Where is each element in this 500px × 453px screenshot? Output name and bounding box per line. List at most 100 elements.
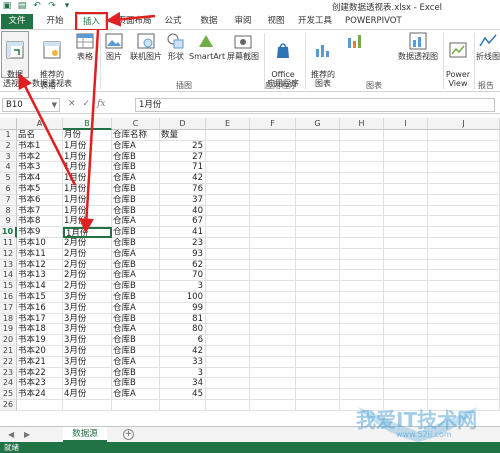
cell[interactable]	[250, 194, 296, 206]
header-cell-warehouse[interactable]: 仓库名称	[112, 130, 160, 141]
cell-name[interactable]: 书本2	[17, 151, 63, 163]
cell-warehouse[interactable]: 仓库A	[112, 356, 160, 368]
cell[interactable]	[250, 324, 296, 336]
cell-qty[interactable]: 42	[160, 346, 206, 357]
cell-name[interactable]: 书本21	[17, 356, 63, 368]
cell[interactable]	[428, 313, 500, 325]
cell-month[interactable]: 1月份	[63, 173, 112, 184]
column-header-f[interactable]: F	[250, 118, 296, 130]
cell-warehouse[interactable]: 仓库B	[112, 162, 160, 174]
cell[interactable]	[206, 227, 250, 238]
cell-name[interactable]: 书本10	[17, 238, 63, 249]
cell[interactable]	[206, 205, 250, 217]
cell[interactable]	[384, 378, 428, 390]
cell[interactable]	[384, 205, 428, 217]
cell-name[interactable]: 书本3	[17, 162, 63, 174]
cell[interactable]	[384, 184, 428, 195]
cell-qty[interactable]: 23	[160, 238, 206, 249]
cell-month[interactable]: 1月份	[63, 194, 112, 206]
cell[interactable]	[296, 346, 340, 357]
smartart-button[interactable]: SmartArt	[189, 32, 225, 61]
tab-review[interactable]: 审阅	[228, 14, 258, 29]
cell-warehouse[interactable]: 仓库B	[112, 378, 160, 390]
cell[interactable]	[428, 378, 500, 390]
cell[interactable]	[206, 292, 250, 303]
cell-qty[interactable]: 80	[160, 324, 206, 336]
cell[interactable]	[340, 184, 384, 195]
row-header[interactable]: 11	[0, 238, 17, 249]
cell[interactable]	[340, 140, 384, 152]
recommended-charts-button[interactable]: 推荐的 图表	[308, 32, 338, 88]
cell[interactable]	[384, 389, 428, 400]
cell[interactable]	[428, 356, 500, 368]
cell-warehouse[interactable]: 仓库B	[112, 259, 160, 271]
cell[interactable]	[250, 248, 296, 260]
cell[interactable]	[384, 248, 428, 260]
cell[interactable]	[340, 302, 384, 314]
cell-month[interactable]: 1月份	[63, 162, 112, 174]
cell[interactable]	[206, 194, 250, 206]
row-header[interactable]: 25	[0, 389, 17, 400]
cell[interactable]	[428, 184, 500, 195]
cell-name[interactable]: 书本1	[17, 140, 63, 152]
cell[interactable]	[296, 238, 340, 249]
cell[interactable]	[296, 389, 340, 400]
cell[interactable]	[428, 367, 500, 379]
row-header[interactable]: 12	[0, 248, 17, 260]
cell[interactable]	[340, 248, 384, 260]
cell[interactable]	[250, 184, 296, 195]
cell[interactable]	[384, 324, 428, 336]
cell[interactable]	[296, 248, 340, 260]
cell[interactable]	[250, 205, 296, 217]
cell-qty[interactable]: 25	[160, 140, 206, 152]
cell[interactable]	[296, 184, 340, 195]
tab-powerpivot[interactable]: POWERPIVOT	[345, 14, 402, 29]
cell-warehouse[interactable]: 仓库A	[112, 216, 160, 228]
cell-name[interactable]: 书本24	[17, 389, 63, 400]
cell[interactable]	[250, 151, 296, 163]
row-header[interactable]: 19	[0, 324, 17, 336]
cell[interactable]	[206, 389, 250, 400]
cell[interactable]	[206, 259, 250, 271]
cell-name[interactable]: 书本11	[17, 248, 63, 260]
cell-month[interactable]: 3月份	[63, 324, 112, 336]
row-header[interactable]: 21	[0, 346, 17, 357]
cell-warehouse[interactable]: 仓库B	[112, 292, 160, 303]
cell-qty[interactable]: 34	[160, 378, 206, 390]
cell-month[interactable]: 2月份	[63, 270, 112, 282]
cell-month[interactable]: 1月份	[63, 216, 112, 228]
cell-warehouse[interactable]: 仓库B	[112, 367, 160, 379]
cell[interactable]	[384, 162, 428, 174]
row-header[interactable]: 1	[0, 130, 17, 141]
cell-name[interactable]: 书本23	[17, 378, 63, 390]
cell-month[interactable]: 2月份	[63, 248, 112, 260]
cell-qty[interactable]: 70	[160, 270, 206, 282]
cell[interactable]	[206, 173, 250, 184]
cell[interactable]	[250, 313, 296, 325]
cell[interactable]	[206, 162, 250, 174]
cell-month[interactable]: 3月份	[63, 292, 112, 303]
cell[interactable]	[428, 227, 500, 238]
cell[interactable]	[250, 292, 296, 303]
cell[interactable]	[206, 400, 250, 411]
cell[interactable]	[340, 313, 384, 325]
cell-name[interactable]: 书本6	[17, 194, 63, 206]
insert-function-icon[interactable]: fx	[97, 99, 105, 109]
cell[interactable]	[250, 173, 296, 184]
cell-name[interactable]: 书本16	[17, 302, 63, 314]
cell[interactable]	[428, 140, 500, 152]
cell[interactable]	[340, 259, 384, 271]
column-header-b[interactable]: B	[63, 118, 112, 130]
cell[interactable]	[296, 292, 340, 303]
cell-name[interactable]: 书本5	[17, 184, 63, 195]
picture-button[interactable]: 图片	[103, 32, 125, 61]
cell[interactable]	[296, 227, 340, 238]
save-icon[interactable]: ▤	[17, 1, 27, 11]
sheet-tab-datasource[interactable]: 数据源	[63, 427, 107, 442]
pivot-chart-button[interactable]: 数据透视图	[396, 32, 440, 61]
cell[interactable]	[340, 173, 384, 184]
cell-warehouse[interactable]: 仓库B	[112, 227, 160, 238]
cell[interactable]	[250, 238, 296, 249]
cell[interactable]	[296, 216, 340, 228]
cell-qty[interactable]: 33	[160, 356, 206, 368]
